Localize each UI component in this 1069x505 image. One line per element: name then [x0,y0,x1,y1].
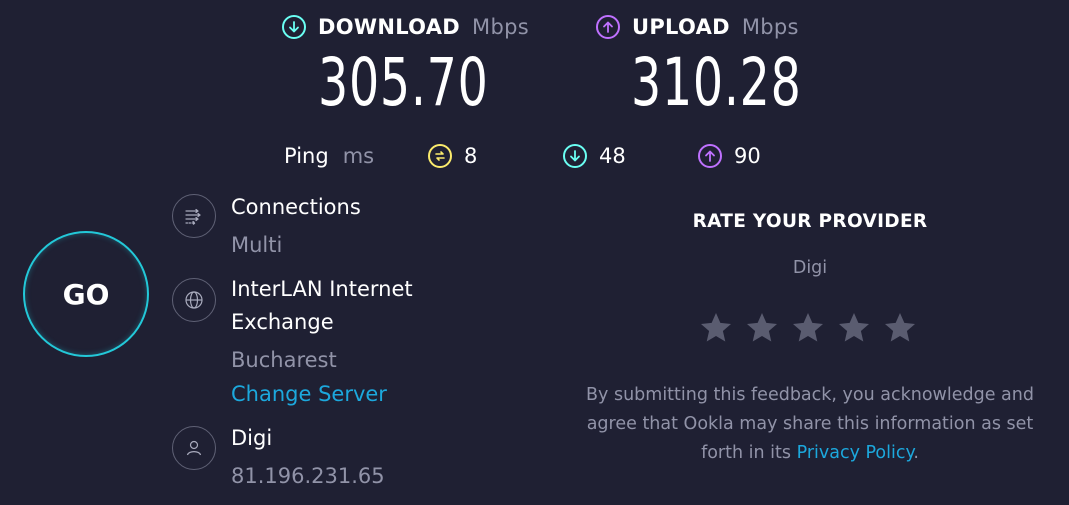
feedback-line-3: forth in its Privacy Policy. [540,439,1069,468]
connections-title: Connections [231,195,361,219]
rate-provider-heading: RATE YOUR PROVIDER [692,211,928,232]
arrow-down-circle-icon [563,144,587,168]
user-icon [172,426,216,470]
go-button[interactable]: GO [23,231,149,357]
privacy-policy-link[interactable]: Privacy Policy [797,443,914,463]
ping-idle-value: 8 [464,144,478,168]
feedback-line-3-prefix: forth in its [701,443,791,463]
server-location: Bucharest [231,348,337,372]
ping-idle-icon [428,144,452,168]
ping-idle: 8 [428,144,477,168]
ping-label: Ping [284,144,329,168]
feedback-period: . [913,443,919,463]
feedback-line-2: agree that Ookla may share this informat… [586,414,1034,434]
upload-label: UPLOAD [632,15,730,39]
star-5-icon[interactable] [882,310,918,346]
arrow-up-circle-icon [698,144,722,168]
upload-header: UPLOAD Mbps [596,15,799,39]
feedback-line-1: By submitting this feedback, you acknowl… [586,385,1034,405]
change-server-link[interactable]: Change Server [231,378,387,411]
ping-unit: ms [342,144,375,168]
server-name-line1: InterLAN Internet [231,277,413,301]
star-1-icon[interactable] [698,310,734,346]
download-label: DOWNLOAD [318,15,461,39]
download-value: 305.70 [318,44,489,121]
rating-provider-name: Digi [792,258,828,278]
star-4-icon[interactable] [836,310,872,346]
ping-download: 48 [563,144,626,168]
server-name-line2: Exchange [231,310,334,334]
star-3-icon[interactable] [790,310,826,346]
ping-upload-value: 90 [734,144,761,168]
ping-row: Ping ms [284,144,374,168]
provider-ip: 81.196.231.65 [231,464,385,488]
star-2-icon[interactable] [744,310,780,346]
download-unit: Mbps [472,15,529,39]
connections-value[interactable]: Multi [231,229,282,262]
upload-value: 310.28 [631,44,802,121]
arrow-up-circle-icon [596,15,620,39]
globe-icon [172,278,216,322]
arrow-down-circle-icon [282,15,306,39]
provider-name: Digi [231,426,273,450]
ping-download-value: 48 [599,144,626,168]
upload-unit: Mbps [741,15,799,39]
download-header: DOWNLOAD Mbps [282,15,529,39]
feedback-disclaimer: By submitting this feedback, you acknowl… [540,381,1069,468]
ping-upload: 90 [698,144,761,168]
connections-icon[interactable] [172,194,216,238]
star-rating [698,310,918,346]
